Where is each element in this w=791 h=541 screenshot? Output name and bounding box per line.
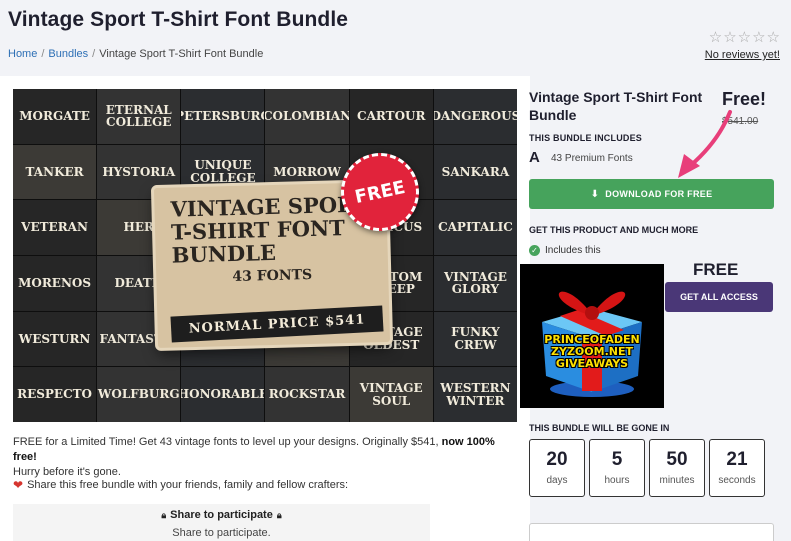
download-icon: ⬇ bbox=[590, 188, 600, 200]
countdown-number: 50 bbox=[666, 449, 688, 470]
countdown-number: 20 bbox=[546, 449, 568, 470]
fonts-count: 43 Premium Fonts bbox=[551, 153, 633, 164]
star-icon: ☆ bbox=[723, 29, 737, 46]
description-text: FREE for a Limited Time! Get 43 vintage … bbox=[13, 436, 439, 448]
lock-icon: 🔒︎ bbox=[161, 510, 167, 520]
font-tile: Funky Crew bbox=[433, 311, 517, 367]
get-all-access-button[interactable]: GET ALL ACCESS bbox=[665, 282, 773, 312]
font-glyph-icon: A bbox=[529, 149, 540, 166]
giveaway-line3: GIVEAWAYS bbox=[555, 357, 629, 370]
includes-this-row: ✓ Includes this bbox=[529, 245, 601, 256]
countdown-unit: minutes bbox=[659, 475, 695, 486]
font-tile: ETERNAL COLLEGE bbox=[97, 89, 181, 144]
star-icon: ☆ bbox=[737, 29, 752, 46]
font-tile: ROCKSTAR bbox=[265, 367, 349, 422]
breadcrumb-home[interactable]: Home bbox=[8, 48, 37, 60]
share-heading: 🔒︎ Share to participate 🔒︎ bbox=[13, 509, 430, 521]
font-tile: VETERAN bbox=[13, 200, 97, 255]
download-button-label: DOWNLOAD FOR FREE bbox=[605, 189, 713, 199]
font-tile: VINTAGE GLORY bbox=[433, 256, 517, 311]
hero-paper-subtitle: 43 FONTS bbox=[232, 266, 313, 286]
breadcrumb-separator: / bbox=[92, 48, 96, 60]
font-tile: MORGATE bbox=[13, 89, 97, 144]
countdown-heading: THIS BUNDLE WILL BE GONE IN bbox=[529, 423, 670, 433]
countdown-minutes: 50 minutes bbox=[649, 439, 705, 497]
rating: ☆ ☆ ☆ ☆ ☆ No reviews yet! bbox=[705, 30, 780, 62]
countdown-seconds: 21 seconds bbox=[709, 439, 765, 497]
font-tile: SANKARA bbox=[433, 144, 517, 200]
giveaway-overlay: PRINCEOFADEN ZYZOOM.NET GIVEAWAYS bbox=[520, 264, 664, 408]
star-rating: ☆ ☆ ☆ ☆ ☆ bbox=[705, 30, 780, 46]
share-subtext: Share to participate. bbox=[172, 527, 271, 539]
countdown-number: 21 bbox=[726, 449, 748, 470]
font-tile: VINTAGE SOUL bbox=[349, 367, 433, 422]
heart-icon: ❤ bbox=[13, 478, 24, 492]
breadcrumb-current: Vintage Sport T-Shirt Font Bundle bbox=[99, 48, 264, 60]
lock-icon: 🔒︎ bbox=[276, 510, 282, 520]
countdown-unit: seconds bbox=[718, 475, 756, 486]
hero-paper-title: VINTAGE SPORT T-SHIRT FONT BUNDLE bbox=[170, 191, 371, 268]
font-tile: RESPECTO bbox=[13, 367, 97, 422]
breadcrumb-bundles[interactable]: Bundles bbox=[48, 48, 88, 60]
main-content: MORGATEETERNAL COLLEGEPETERSBURGCOLOMBIA… bbox=[0, 76, 530, 541]
countdown: 20 days 5 hours 50 minutes 21 seconds bbox=[529, 439, 765, 497]
check-icon: ✓ bbox=[529, 245, 540, 256]
no-reviews-link[interactable]: No reviews yet! bbox=[705, 49, 780, 61]
font-tile: CARTOUR bbox=[349, 89, 433, 144]
font-tile: TANKER bbox=[13, 144, 97, 200]
countdown-hours: 5 hours bbox=[589, 439, 645, 497]
share-heading-text: Share to participate bbox=[170, 509, 273, 521]
font-tile: CAPITALIC bbox=[433, 200, 517, 255]
page-title: Vintage Sport T-Shirt Font Bundle bbox=[8, 8, 349, 31]
download-button[interactable]: ⬇ DOWNLOAD FOR FREE bbox=[529, 179, 774, 209]
font-tile: WOLFBURG bbox=[97, 367, 181, 422]
countdown-days: 20 days bbox=[529, 439, 585, 497]
share-box[interactable]: 🔒︎ Share to participate 🔒︎ Share to partic… bbox=[13, 504, 430, 541]
more-heading: GET THIS PRODUCT AND MUCH MORE bbox=[529, 225, 699, 235]
bundle-description: FREE for a Limited Time! Get 43 vintage … bbox=[13, 435, 518, 480]
includes-this-label: Includes this bbox=[545, 245, 601, 256]
hero-image: MORGATEETERNAL COLLEGEPETERSBURGCOLOMBIA… bbox=[13, 89, 517, 422]
font-tile: WESTERN WINTER bbox=[433, 367, 517, 422]
breadcrumb: Home / Bundles / Vintage Sport T-Shirt Font … bbox=[8, 48, 263, 60]
description-tail: Hurry before it's gone. bbox=[13, 466, 121, 478]
font-tile: HONORABLE bbox=[181, 367, 265, 422]
font-tile: PETERSBURG bbox=[181, 89, 265, 144]
share-note: ❤ Share this free bundle with your frien… bbox=[13, 478, 348, 492]
share-note-text: Share this free bundle with your friends… bbox=[27, 479, 349, 491]
breadcrumb-separator: / bbox=[41, 48, 45, 60]
star-icon: ☆ bbox=[752, 29, 766, 46]
all-access-price: FREE bbox=[693, 260, 739, 279]
font-tile: WESTURN bbox=[13, 311, 97, 367]
countdown-unit: days bbox=[546, 475, 568, 486]
font-tile: DANGEROUS bbox=[433, 89, 517, 144]
font-tile: MORENOS bbox=[13, 256, 97, 311]
next-card bbox=[529, 523, 774, 541]
arrow-icon bbox=[678, 110, 732, 178]
countdown-unit: hours bbox=[604, 475, 630, 486]
includes-heading: THIS BUNDLE INCLUDES bbox=[529, 133, 643, 143]
star-icon: ☆ bbox=[766, 29, 780, 46]
star-icon: ☆ bbox=[708, 29, 723, 46]
countdown-number: 5 bbox=[611, 449, 623, 470]
sidebar: Vintage Sport T-Shirt Font Bundle Free! … bbox=[520, 76, 791, 541]
font-tile: COLOMBIAN bbox=[265, 89, 349, 144]
